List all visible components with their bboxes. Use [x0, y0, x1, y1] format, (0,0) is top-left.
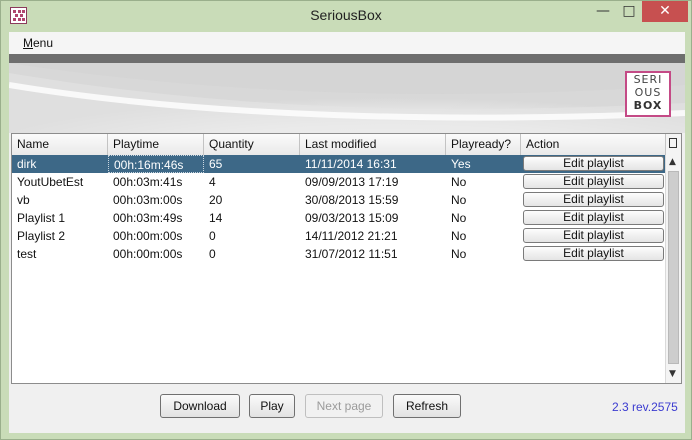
- cell-playtime: 00h:03m:41s: [113, 175, 183, 189]
- edit-playlist-button[interactable]: Edit playlist: [523, 174, 664, 189]
- cell-playtime: 00h:00m:00s: [113, 247, 183, 261]
- menu-mnemonic: M: [23, 36, 33, 50]
- vertical-scrollbar[interactable]: ▲ ▼: [665, 155, 681, 383]
- cell-name: test: [17, 247, 37, 261]
- cell-last-modified: 09/09/2013 17:19: [305, 175, 399, 189]
- scroll-up-icon[interactable]: ▲: [669, 157, 676, 167]
- edit-playlist-button[interactable]: Edit playlist: [523, 246, 664, 261]
- minimize-button[interactable]: —: [590, 1, 616, 22]
- menu-bar: Menu: [9, 32, 685, 54]
- edit-playlist-button[interactable]: Edit playlist: [523, 228, 664, 243]
- cell-quantity: 0: [209, 247, 216, 261]
- column-header-last-modified[interactable]: Last modified: [300, 134, 446, 155]
- column-header-playready[interactable]: Playready?: [446, 134, 521, 155]
- toolbar-divider: [9, 54, 685, 63]
- logo-line-3: BOX: [633, 99, 663, 112]
- client-area: Menu SERI OUS BOX Name Playtime Quantity…: [9, 32, 685, 433]
- header-banner: [9, 63, 685, 133]
- scrollbar-thumb[interactable]: [668, 171, 679, 364]
- cell-last-modified: 14/11/2012 21:21: [305, 229, 398, 243]
- edit-playlist-button[interactable]: Edit playlist: [523, 156, 664, 171]
- cell-last-modified: 11/11/2014 16:31: [305, 157, 397, 171]
- column-chooser-icon: [669, 138, 677, 148]
- column-header-quantity[interactable]: Quantity: [204, 134, 300, 155]
- maximize-button[interactable]: □: [616, 1, 642, 22]
- cell-name: Playlist 2: [17, 229, 66, 243]
- logo-line-2: OUS: [634, 86, 662, 99]
- table-row[interactable]: Playlist 2 00h:00m:00s 0 14/11/2012 21:21 No…: [12, 227, 665, 245]
- close-button[interactable]: ✕: [642, 1, 688, 22]
- table-row[interactable]: test 00h:00m:00s 0 31/07/2012 11:51 No Edit p…: [12, 245, 665, 263]
- column-chooser-button[interactable]: [665, 134, 681, 155]
- play-button[interactable]: Play: [249, 394, 295, 418]
- download-button[interactable]: Download: [160, 394, 240, 418]
- cell-playready: No: [451, 247, 467, 261]
- edit-playlist-button[interactable]: Edit playlist: [523, 210, 664, 225]
- cell-playready: No: [451, 175, 467, 189]
- cell-quantity: 4: [209, 175, 216, 189]
- cell-playready: Yes: [451, 157, 471, 171]
- cell-last-modified: 09/03/2013 15:09: [305, 211, 399, 225]
- cell-playtime: 00h:03m:49s: [113, 211, 183, 225]
- cell-last-modified: 31/07/2012 11:51: [305, 247, 398, 261]
- cell-playtime: 00h:03m:00s: [113, 193, 183, 207]
- cell-quantity: 0: [209, 229, 216, 243]
- cell-quantity: 20: [209, 193, 223, 207]
- column-header-action[interactable]: Action: [521, 134, 665, 155]
- table-header: Name Playtime Quantity Last modified Pla…: [12, 134, 665, 156]
- refresh-button[interactable]: Refresh: [393, 394, 461, 418]
- cell-playtime: 00h:00m:00s: [113, 229, 183, 243]
- table-row[interactable]: YoutUbetEst 00h:03m:41s 4 09/09/2013 17:19 N…: [12, 173, 665, 191]
- cell-quantity: 65: [209, 157, 223, 171]
- title-bar[interactable]: SeriousBox — □ ✕: [1, 1, 691, 32]
- column-header-playtime[interactable]: Playtime: [108, 134, 204, 155]
- menu-item-menu[interactable]: Menu: [23, 36, 53, 50]
- cell-playtime: 00h:16m:46s: [108, 155, 204, 173]
- app-window: SeriousBox — □ ✕ Menu SERI OUS BOX Name …: [0, 0, 692, 440]
- table-row[interactable]: dirk 00h:16m:46s 65 11/11/2014 16:31 Yes Edit…: [12, 155, 665, 173]
- table-row[interactable]: vb 00h:03m:00s 20 30/08/2013 15:59 No Edit pl…: [12, 191, 665, 209]
- cell-quantity: 14: [209, 211, 223, 225]
- window-title: SeriousBox: [310, 7, 382, 23]
- banner-swoosh: [9, 63, 685, 133]
- cell-playready: No: [451, 211, 467, 225]
- table-body: dirk 00h:16m:46s 65 11/11/2014 16:31 Yes Edit…: [12, 155, 665, 263]
- edit-playlist-button[interactable]: Edit playlist: [523, 192, 664, 207]
- logo-line-1: SERI: [633, 73, 663, 86]
- cell-name: Playlist 1: [17, 211, 66, 225]
- seriousbox-logo: SERI OUS BOX: [625, 71, 671, 117]
- next-page-button[interactable]: Next page: [305, 394, 383, 418]
- version-label: 2.3 rev.2575: [612, 400, 678, 414]
- cell-name: vb: [17, 193, 30, 207]
- column-header-name[interactable]: Name: [12, 134, 108, 155]
- table-row[interactable]: Playlist 1 00h:03m:49s 14 09/03/2013 15:09 N…: [12, 209, 665, 227]
- cell-name: YoutUbetEst: [17, 175, 84, 189]
- playlist-table: Name Playtime Quantity Last modified Pla…: [11, 133, 682, 384]
- cell-playready: No: [451, 193, 467, 207]
- cell-name: dirk: [17, 157, 37, 171]
- cell-last-modified: 30/08/2013 15:59: [305, 193, 399, 207]
- cell-playready: No: [451, 229, 467, 243]
- menu-label: enu: [33, 36, 54, 50]
- scroll-down-icon[interactable]: ▼: [669, 369, 676, 379]
